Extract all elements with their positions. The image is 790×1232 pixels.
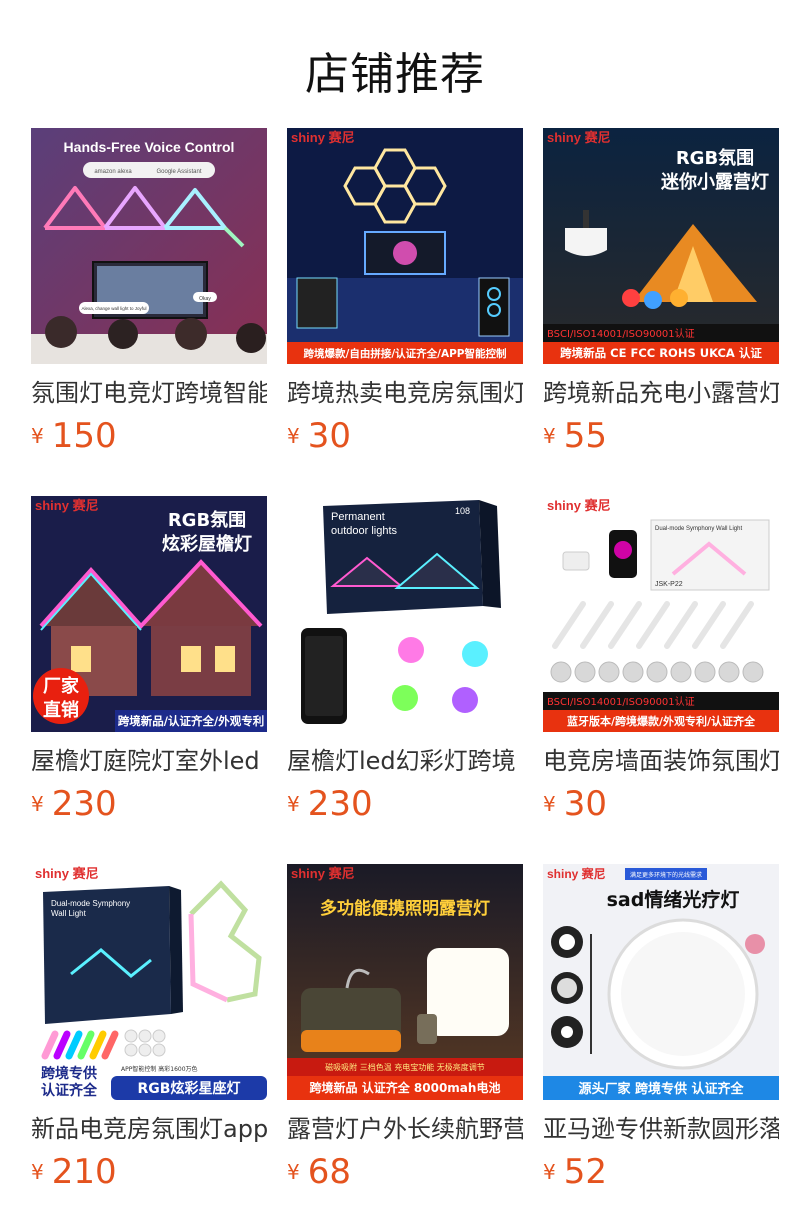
- image-headline: Hands-Free Voice Control: [64, 139, 235, 155]
- page-title: 店铺推荐: [305, 49, 485, 100]
- product-name[interactable]: 新品电竞房氛围灯app: [31, 1112, 267, 1146]
- product-card[interactable]: shiny 赛尼 Dual-mode Symphony Wall Light A…: [31, 864, 267, 1204]
- product-image[interactable]: Permanent outdoor lights 108: [287, 496, 523, 732]
- image-banner: 源头厂家 跨境专供 认证齐全: [578, 1081, 744, 1097]
- cert-text: BSCI/ISO14001/ISO90001认证: [547, 327, 695, 340]
- brand-logo: shiny 赛尼: [547, 498, 611, 513]
- product-image[interactable]: shiny 赛尼 跨境爆款/自由拼接/认证齐全/APP智能控制: [287, 128, 523, 364]
- product-image[interactable]: shiny 赛尼 RGB氛围 炫彩屋檐灯 厂家 直销 跨境新品/认证齐全/外观专…: [31, 496, 267, 732]
- svg-text:满足更多环境下的光线需求: 满足更多环境下的光线需求: [630, 871, 702, 879]
- product-card[interactable]: shiny 赛尼 满足更多环境下的光线需求 sad情绪光疗灯 源头厂家 跨境专供…: [543, 864, 779, 1204]
- svg-text:Dual-mode Symphony Wall Light: Dual-mode Symphony Wall Light: [655, 526, 742, 532]
- image-banner: 跨境爆款/自由拼接/认证齐全/APP智能控制: [303, 347, 506, 360]
- image-banner: 跨境新品 CE FCC ROHS UKCA 认证: [560, 346, 762, 360]
- svg-text:APP智能控制 高彩1600万色: APP智能控制 高彩1600万色: [121, 1065, 198, 1073]
- svg-text:迷你小露营灯: 迷你小露营灯: [660, 171, 769, 193]
- svg-text:直销: 直销: [43, 699, 79, 721]
- product-card[interactable]: shiny 赛尼 RGB氛围 炫彩屋檐灯 厂家 直销 跨境新品/认证齐全/外观专…: [31, 496, 267, 836]
- brand-logo: shiny 赛尼: [35, 498, 99, 513]
- product-card[interactable]: shiny 赛尼 RGB氛围 迷你小露营灯 BSCI/ISO14001/ISO9…: [543, 128, 779, 468]
- product-price: ¥230: [287, 784, 373, 828]
- image-title: 多功能便携照明露营灯: [320, 898, 490, 919]
- product-name[interactable]: 氛围灯电竞灯跨境智能: [31, 376, 267, 410]
- brand-logo: shiny 赛尼: [547, 866, 606, 881]
- image-banner: 跨境新品/认证齐全/外观专利: [118, 714, 264, 728]
- price-value: 210: [51, 1152, 117, 1192]
- image-title: RGB氛围: [676, 147, 754, 169]
- brand-logo: shiny 赛尼: [291, 130, 355, 145]
- product-name[interactable]: 屋檐灯led幻彩灯跨境: [287, 744, 523, 778]
- price-value: 52: [563, 1152, 607, 1192]
- svg-text:Wall Light: Wall Light: [51, 909, 87, 918]
- svg-text:outdoor lights: outdoor lights: [331, 525, 398, 537]
- product-image[interactable]: shiny 赛尼 Dual-mode Symphony Wall Light J…: [543, 496, 779, 732]
- product-name[interactable]: 跨境新品充电小露营灯: [543, 376, 779, 410]
- product-image[interactable]: shiny 赛尼 满足更多环境下的光线需求 sad情绪光疗灯 源头厂家 跨境专供…: [543, 864, 779, 1100]
- svg-text:认证齐全: 认证齐全: [41, 1082, 98, 1099]
- product-name[interactable]: 露营灯户外长续航野营: [287, 1112, 523, 1146]
- product-price: ¥30: [543, 784, 607, 828]
- currency-symbol: ¥: [287, 792, 300, 816]
- image-title: sad情绪光疗灯: [607, 888, 740, 911]
- svg-text:Google Assistant: Google Assistant: [156, 169, 201, 175]
- image-title: RGB氛围: [168, 509, 246, 531]
- box-text: Permanent: [331, 511, 385, 523]
- box-text: Dual-mode Symphony: [51, 899, 130, 908]
- currency-symbol: ¥: [287, 424, 300, 448]
- product-image[interactable]: shiny 赛尼 多功能便携照明露营灯 磁吸吸附 三档色温 充电宝功能 无极亮度…: [287, 864, 523, 1100]
- product-price: ¥230: [31, 784, 117, 828]
- product-price: ¥68: [287, 1152, 351, 1196]
- svg-text:amazon alexa: amazon alexa: [94, 169, 132, 175]
- image-banner: 蓝牙版本/跨境爆款/外观专利/认证齐全: [567, 714, 756, 728]
- currency-symbol: ¥: [31, 792, 44, 816]
- image-badge: 厂家: [43, 675, 80, 697]
- brand-logo: shiny 赛尼: [291, 866, 355, 881]
- svg-text:磁吸吸附 三档色温 充电宝功能 无极亮度调节: 磁吸吸附 三档色温 充电宝功能 无极亮度调节: [325, 1062, 485, 1072]
- product-name[interactable]: 亚马逊专供新款圆形落: [543, 1112, 779, 1146]
- product-card[interactable]: shiny 赛尼 跨境爆款/自由拼接/认证齐全/APP智能控制 跨境热卖电竞房氛…: [287, 128, 523, 468]
- brand-logo: shiny 赛尼: [35, 866, 99, 881]
- svg-text:Alexa, change wall light to Jo: Alexa, change wall light to Joyful: [81, 306, 146, 311]
- price-value: 68: [307, 1152, 351, 1192]
- product-card[interactable]: Permanent outdoor lights 108 屋檐灯led幻彩灯跨境…: [287, 496, 523, 836]
- svg-text:JSK-P22: JSK-P22: [655, 581, 683, 588]
- price-value: 30: [563, 784, 607, 824]
- product-price: ¥150: [31, 416, 117, 460]
- product-image[interactable]: Hands-Free Voice Control amazon alexa Go…: [31, 128, 267, 364]
- product-image[interactable]: shiny 赛尼 RGB氛围 迷你小露营灯 BSCI/ISO14001/ISO9…: [543, 128, 779, 364]
- product-price: ¥55: [543, 416, 607, 460]
- price-value: 30: [307, 416, 351, 456]
- product-price: ¥52: [543, 1152, 607, 1196]
- product-name[interactable]: 屋檐灯庭院灯室外led: [31, 744, 267, 778]
- image-banner: RGB炫彩星座灯: [138, 1080, 241, 1097]
- currency-symbol: ¥: [543, 1160, 556, 1184]
- product-card[interactable]: Hands-Free Voice Control amazon alexa Go…: [31, 128, 267, 468]
- currency-symbol: ¥: [543, 792, 556, 816]
- product-card[interactable]: shiny 赛尼 多功能便携照明露营灯 磁吸吸附 三档色温 充电宝功能 无极亮度…: [287, 864, 523, 1204]
- svg-text:Okay: Okay: [199, 296, 211, 302]
- currency-symbol: ¥: [287, 1160, 300, 1184]
- product-card[interactable]: shiny 赛尼 Dual-mode Symphony Wall Light J…: [543, 496, 779, 836]
- svg-text:108: 108: [455, 506, 470, 516]
- image-badge: 跨境专供: [41, 1065, 97, 1082]
- product-price: ¥30: [287, 416, 351, 460]
- brand-logo: shiny 赛尼: [547, 130, 611, 145]
- price-value: 55: [563, 416, 607, 456]
- cert-text: BSCI/ISO14001/ISO90001认证: [547, 695, 695, 708]
- price-value: 230: [51, 784, 117, 824]
- product-name[interactable]: 跨境热卖电竞房氛围灯: [287, 376, 523, 410]
- product-image[interactable]: shiny 赛尼 Dual-mode Symphony Wall Light A…: [31, 864, 267, 1100]
- product-price: ¥210: [31, 1152, 117, 1196]
- product-name[interactable]: 电竞房墙面装饰氛围灯: [543, 744, 779, 778]
- currency-symbol: ¥: [31, 424, 44, 448]
- price-value: 150: [51, 416, 117, 456]
- currency-symbol: ¥: [543, 424, 556, 448]
- svg-text:炫彩屋檐灯: 炫彩屋檐灯: [162, 533, 252, 555]
- image-banner: 跨境新品 认证齐全 8000mah电池: [310, 1080, 501, 1095]
- price-value: 230: [307, 784, 373, 824]
- currency-symbol: ¥: [31, 1160, 44, 1184]
